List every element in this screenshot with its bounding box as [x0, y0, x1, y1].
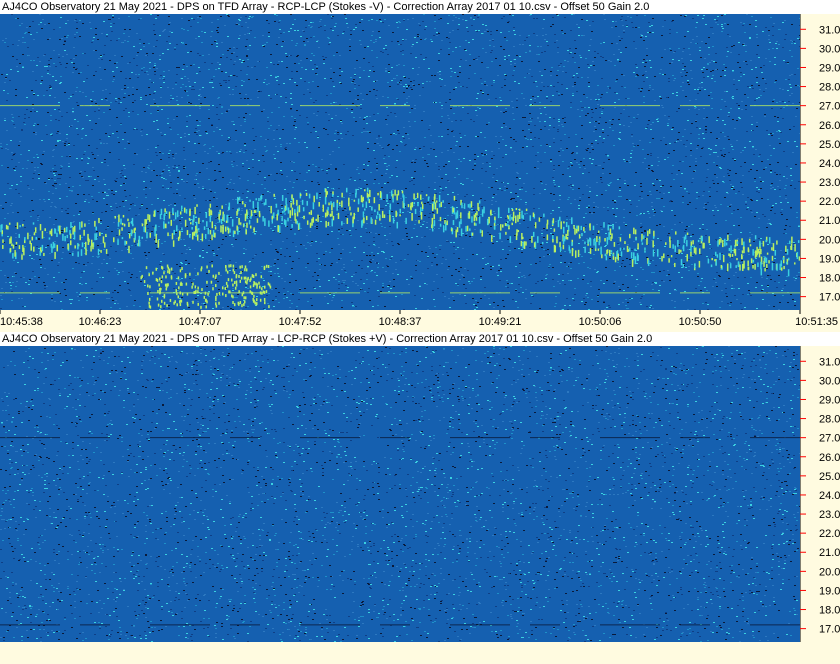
spectrogram-2-canvas — [0, 346, 801, 642]
y-tick-label: 18.0 — [819, 605, 840, 617]
x-tick-label: 10:49:21 — [479, 316, 522, 328]
y-tick-label: 25.0 — [819, 139, 840, 151]
y-tick-label: 18.0 — [819, 273, 840, 285]
x-tick-label: 10:51:35 — [795, 316, 838, 328]
y-tick-label: 22.0 — [819, 196, 840, 208]
y-tick-label: 29.0 — [819, 394, 840, 406]
panel-1-title: AJ4CO Observatory 21 May 2021 - DPS on T… — [0, 0, 840, 14]
y-tick-label: 30.0 — [819, 43, 840, 55]
panel-2-title: AJ4CO Observatory 21 May 2021 - DPS on T… — [0, 332, 840, 346]
y-tick-label: 27.0 — [819, 433, 840, 445]
y-tick-label: 26.0 — [819, 120, 840, 132]
y-tick-label: 23.0 — [819, 509, 840, 521]
spectrogram-panel-1 — [0, 14, 801, 310]
bottom-margin — [0, 642, 840, 664]
y-tick-label: 30.0 — [819, 375, 840, 387]
y-tick-label: 19.0 — [819, 253, 840, 265]
y-tick-label: 17.0 — [819, 292, 840, 304]
y-tick-label: 20.0 — [819, 566, 840, 578]
x-tick-label: 10:48:37 — [379, 316, 422, 328]
y-tick-label: 23.0 — [819, 177, 840, 189]
y-tick-label: 19.0 — [819, 585, 840, 597]
y-tick-label: 21.0 — [819, 215, 840, 227]
x-tick-label: 10:47:07 — [179, 316, 222, 328]
frequency-axis-1: 31.0 30.0 29.0 28.0 27.0 26.0 25.0 24.0 23.0 22.0… — [799, 14, 840, 310]
time-axis: 10:45:38 10:46:23 10:47:07 10:47:52 10:48:37… — [0, 310, 840, 328]
y-tick-label: 22.0 — [819, 528, 840, 540]
y-tick-label: 31.0 — [819, 356, 840, 368]
x-tick-label: 10:46:23 — [79, 316, 122, 328]
y-tick-label: 27.0 — [819, 101, 840, 113]
y-tick-label: 24.0 — [819, 158, 840, 170]
x-tick-label: 10:47:52 — [279, 316, 322, 328]
x-tick-label: 10:45:38 — [0, 316, 43, 328]
spectrogram-1-canvas — [0, 14, 801, 310]
y-tick-label: 31.0 — [819, 24, 840, 36]
y-tick-label: 24.0 — [819, 490, 840, 502]
y-tick-label: 28.0 — [819, 82, 840, 94]
y-tick-label: 25.0 — [819, 471, 840, 483]
y-tick-label: 29.0 — [819, 62, 840, 74]
x-tick-label: 10:50:06 — [579, 316, 622, 328]
y-tick-label: 20.0 — [819, 234, 840, 246]
frequency-axis-2: 31.0 30.0 29.0 28.0 27.0 26.0 25.0 24.0 23.0 22.0… — [799, 346, 840, 642]
spectrogram-panel-2 — [0, 346, 801, 642]
x-tick-label: 10:50:50 — [679, 316, 722, 328]
y-tick-label: 21.0 — [819, 547, 840, 559]
y-tick-label: 26.0 — [819, 452, 840, 464]
y-tick-label: 28.0 — [819, 414, 840, 426]
y-tick-label: 17.0 — [819, 624, 840, 636]
